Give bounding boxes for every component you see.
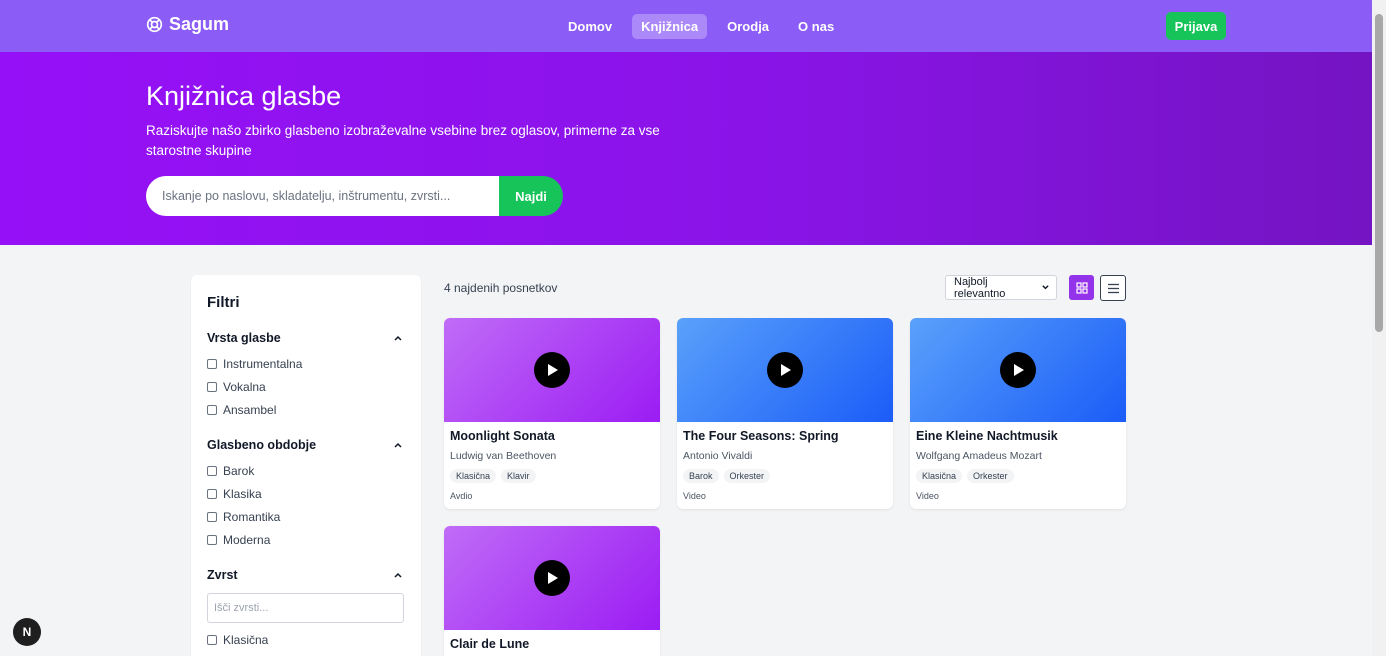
results-count: 4 najdenih posnetkov: [444, 281, 558, 295]
play-icon: [548, 364, 558, 376]
sort-select[interactable]: Najbolj relevantno: [945, 275, 1057, 300]
filter-option-label: Ansambel: [223, 403, 277, 417]
grid-view-button[interactable]: [1069, 275, 1094, 300]
list-icon: [1107, 283, 1119, 293]
filter-option-label: Moderna: [223, 533, 271, 547]
checkbox[interactable]: [207, 635, 217, 645]
media-type: Video: [916, 491, 939, 501]
tag: Klasična: [916, 469, 963, 483]
filter-option[interactable]: Romantika: [207, 510, 280, 524]
nav-links: Domov Knjižnica Orodja O nas: [559, 14, 854, 39]
media-type: Avdio: [450, 491, 473, 501]
chevron-up-icon: [394, 442, 402, 448]
checkbox[interactable]: [207, 405, 217, 415]
filter-group-music-period[interactable]: Glasbeno obdobje: [207, 438, 403, 452]
tag: Klavir: [501, 469, 536, 483]
filters-sidebar: Filtri Vrsta glasbe Instrumentalna Vokal…: [191, 275, 421, 656]
checkbox[interactable]: [207, 382, 217, 392]
filter-option[interactable]: Barok: [207, 464, 254, 478]
filter-option[interactable]: Ansambel: [207, 403, 276, 417]
filter-option[interactable]: Vokalna: [207, 380, 266, 394]
filter-option-label: Barok: [223, 464, 255, 478]
media-composer: Wolfgang Amadeus Mozart: [916, 450, 1042, 462]
page-scrollbar[interactable]: [1372, 0, 1386, 656]
chevron-down-icon: [1042, 285, 1049, 290]
filter-group-music-type[interactable]: Vrsta glasbe: [207, 331, 403, 345]
filter-option-label: Klasična: [223, 633, 269, 647]
filter-group-title: Vrsta glasbe: [207, 331, 281, 345]
tag: Barok: [683, 469, 719, 483]
media-title[interactable]: Clair de Lune: [450, 637, 529, 651]
search-input[interactable]: [146, 176, 506, 216]
login-button[interactable]: Prijava: [1166, 12, 1226, 40]
nav-link-domov[interactable]: Domov: [559, 14, 621, 39]
play-button[interactable]: [534, 352, 570, 388]
next-dev-badge[interactable]: N: [13, 618, 41, 646]
play-icon: [548, 572, 558, 584]
media-title[interactable]: The Four Seasons: Spring: [683, 429, 839, 443]
chevron-up-icon: [394, 572, 402, 578]
brand-logo[interactable]: Sagum: [146, 14, 229, 35]
play-button[interactable]: [767, 352, 803, 388]
filter-option[interactable]: Moderna: [207, 533, 270, 547]
top-navbar: Sagum Domov Knjižnica Orodja O nas Prija…: [0, 0, 1372, 52]
tag: Orkester: [967, 469, 1014, 483]
media-tags: Klasična Orkester: [916, 469, 1014, 483]
filter-option-label: Romantika: [223, 510, 281, 524]
scrollbar-thumb[interactable]: [1375, 14, 1383, 332]
filter-option-label: Instrumentalna: [223, 357, 303, 371]
checkbox[interactable]: [207, 359, 217, 369]
filter-option[interactable]: Klasika: [207, 487, 262, 501]
media-card[interactable]: Clair de Lune: [444, 526, 660, 656]
media-tags: Klasična Klavir: [450, 469, 536, 483]
lifebuoy-icon: [146, 16, 163, 33]
filter-group-genre[interactable]: Zvrst: [207, 568, 403, 582]
sort-select-value: Najbolj relevantno: [954, 275, 1006, 300]
media-thumbnail[interactable]: [910, 318, 1126, 422]
page-subtitle: Raziskujte našo zbirko glasbeno izobraže…: [146, 123, 660, 158]
play-icon: [781, 364, 791, 376]
page-title: Knjižnica glasbe: [146, 81, 342, 111]
play-button[interactable]: [534, 560, 570, 596]
tag: Klasična: [450, 469, 497, 483]
play-icon: [1014, 364, 1024, 376]
media-card[interactable]: Moonlight Sonata Ludwig van Beethoven Kl…: [444, 318, 660, 509]
filter-group-title: Glasbeno obdobje: [207, 438, 317, 452]
tag: Orkester: [723, 469, 771, 483]
media-thumbnail[interactable]: [677, 318, 893, 422]
grid-icon: [1075, 281, 1088, 294]
media-composer: Ludwig van Beethoven: [450, 450, 557, 462]
list-view-button[interactable]: [1100, 275, 1126, 301]
media-card[interactable]: The Four Seasons: Spring Antonio Vivaldi…: [677, 318, 893, 509]
filter-group-title: Zvrst: [207, 568, 238, 582]
filter-option[interactable]: Klasična: [207, 633, 268, 647]
filter-option[interactable]: Instrumentalna: [207, 357, 302, 371]
hero-banner: Knjižnica glasbe Raziskujte našo zbirko …: [0, 52, 1372, 245]
filter-option-label: Klasika: [223, 487, 262, 501]
media-title[interactable]: Eine Kleine Nachtmusik: [916, 429, 1058, 443]
checkbox[interactable]: [207, 512, 217, 522]
genre-search-input[interactable]: [207, 593, 404, 623]
media-card[interactable]: Eine Kleine Nachtmusik Wolfgang Amadeus …: [910, 318, 1126, 509]
filter-option-label: Vokalna: [223, 380, 266, 394]
filters-title: Filtri: [207, 294, 240, 311]
nav-link-o-nas[interactable]: O nas: [789, 14, 843, 39]
brand-name: Sagum: [169, 14, 230, 34]
media-thumbnail[interactable]: [444, 526, 660, 630]
checkbox[interactable]: [207, 466, 217, 476]
chevron-up-icon: [394, 335, 402, 341]
nav-link-orodja[interactable]: Orodja: [718, 14, 778, 39]
checkbox[interactable]: [207, 535, 217, 545]
media-title[interactable]: Moonlight Sonata: [450, 429, 555, 443]
media-thumbnail[interactable]: [444, 318, 660, 422]
play-button[interactable]: [1000, 352, 1036, 388]
search-bar: Najdi: [146, 176, 563, 216]
checkbox[interactable]: [207, 489, 217, 499]
media-composer: Antonio Vivaldi: [683, 450, 753, 462]
media-tags: Barok Orkester: [683, 469, 771, 483]
nav-link-knjiznica[interactable]: Knjižnica: [632, 14, 708, 39]
search-button[interactable]: Najdi: [499, 176, 563, 216]
media-type: Video: [683, 491, 706, 501]
